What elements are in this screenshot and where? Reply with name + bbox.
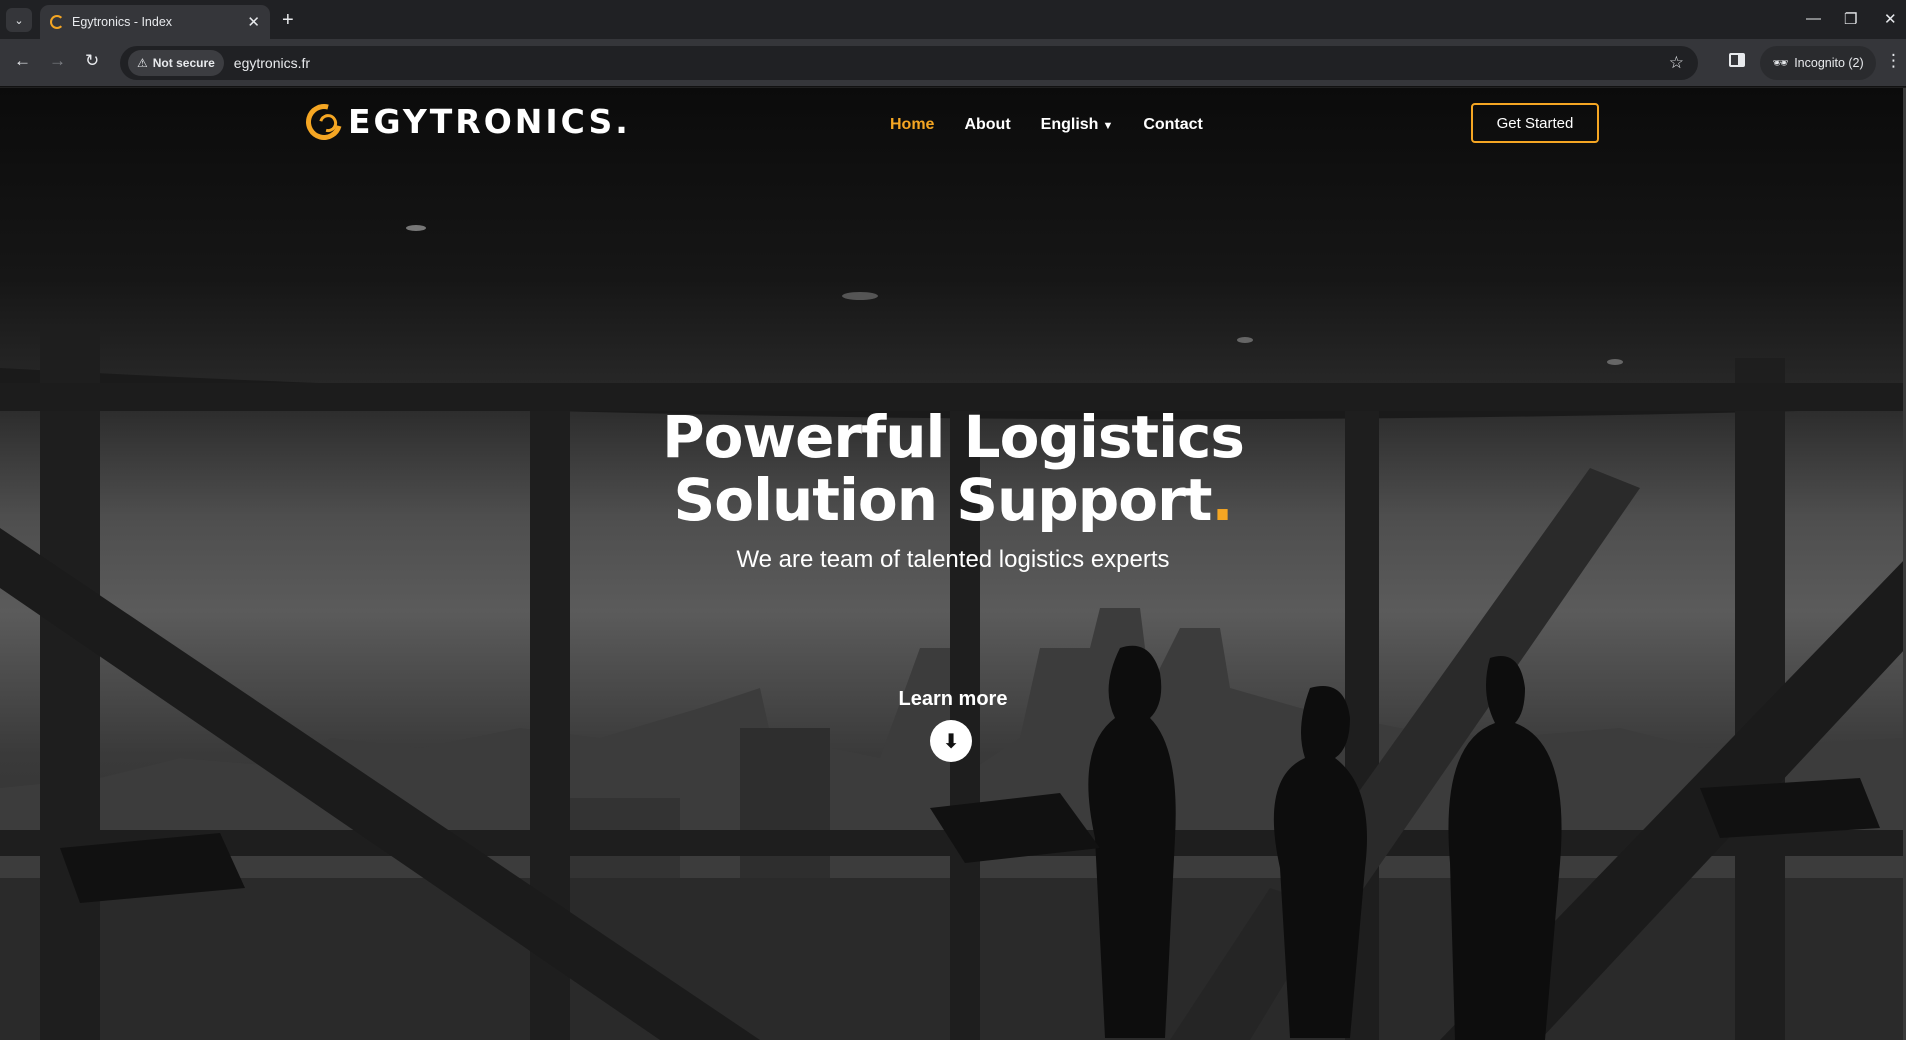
browser-tab[interactable]: Egytronics - Index ✕ <box>40 5 270 39</box>
tab-close-icon[interactable]: ✕ <box>247 15 260 30</box>
browser-toolbar: ← → ↻ ⚠ Not secure egytronics.fr ☆ 🕶 Inc… <box>0 39 1906 87</box>
hero-title-line2: Solution Support <box>673 466 1212 534</box>
incognito-label: Incognito (2) <box>1794 56 1864 70</box>
hero-title-line1: Powerful Logistics <box>662 403 1245 471</box>
learn-more-link[interactable]: Learn more <box>0 688 1906 711</box>
main-nav: Home About English ▼ Contact <box>890 116 1203 134</box>
site-logo[interactable]: EGYTRONICS. <box>299 96 631 147</box>
restore-icon[interactable]: ❐ <box>1844 10 1857 28</box>
side-panel-icon[interactable] <box>1729 53 1745 67</box>
arrow-down-icon[interactable]: ⬇ <box>930 720 972 762</box>
nav-language-dropdown[interactable]: English ▼ <box>1041 116 1114 134</box>
logo-text: EGYTRONICS. <box>348 102 631 141</box>
kebab-menu-icon[interactable]: ⋮ <box>1885 51 1902 71</box>
site-header: EGYTRONICS. Home About English ▼ Contact … <box>0 88 1906 238</box>
incognito-icon: 🕶 <box>1772 55 1789 70</box>
logo-swirl-icon <box>299 96 349 147</box>
url-text[interactable]: egytronics.fr <box>234 55 310 71</box>
nav-home[interactable]: Home <box>890 116 934 134</box>
hero-title: Powerful Logistics Solution Support. <box>0 406 1906 532</box>
back-arrow-icon[interactable]: ← <box>14 51 31 71</box>
nav-about[interactable]: About <box>964 116 1010 134</box>
incognito-button[interactable]: 🕶 Incognito (2) <box>1760 46 1876 80</box>
hero-subtitle: We are team of talented logistics expert… <box>736 546 1170 573</box>
favicon-icon <box>50 15 64 29</box>
chevron-down-icon: ▼ <box>1102 120 1114 132</box>
reload-icon[interactable]: ↻ <box>85 51 99 71</box>
browser-tab-bar: ⌄ Egytronics - Index ✕ + — ❐ ✕ <box>0 0 1906 39</box>
nav-contact[interactable]: Contact <box>1143 116 1203 134</box>
star-icon[interactable]: ☆ <box>1669 53 1684 73</box>
tab-title: Egytronics - Index <box>72 15 173 29</box>
nav-language-label: English <box>1040 116 1099 133</box>
hero-title-dot: . <box>1211 466 1233 534</box>
forward-arrow-icon[interactable]: → <box>49 51 66 71</box>
get-started-button[interactable]: Get Started <box>1471 103 1599 143</box>
tab-search-icon[interactable]: ⌄ <box>6 8 32 32</box>
security-label: Not secure <box>152 56 215 70</box>
close-window-icon[interactable]: ✕ <box>1884 10 1897 28</box>
warning-triangle-icon: ⚠ <box>137 56 148 70</box>
web-page: EGYTRONICS. Home About English ▼ Contact … <box>0 88 1906 1040</box>
security-chip[interactable]: ⚠ Not secure <box>128 50 224 76</box>
new-tab-button[interactable]: + <box>282 9 294 32</box>
minimize-icon[interactable]: — <box>1806 10 1821 27</box>
address-bar[interactable]: ⚠ Not secure egytronics.fr ☆ <box>120 46 1698 80</box>
